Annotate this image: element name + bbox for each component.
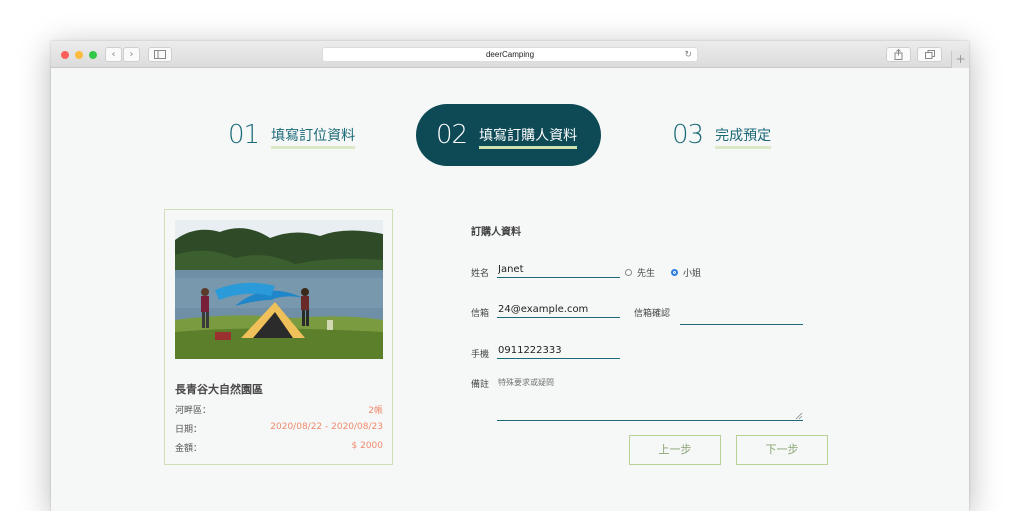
browser-titlebar: ‹ › deerCamping ↻ + xyxy=(51,41,969,68)
email-label: 信箱 xyxy=(471,309,490,319)
area-value: 2帳 xyxy=(368,406,383,416)
name-field[interactable] xyxy=(497,262,620,278)
card-row-price: 金額： $ 2000 xyxy=(175,441,383,454)
mr-label: 先生 xyxy=(637,269,656,279)
note-textarea[interactable] xyxy=(497,375,803,421)
area-label: 河畔區： xyxy=(175,406,212,416)
back-icon[interactable]: ‹ xyxy=(105,47,122,62)
form-heading: 訂購人資料 xyxy=(471,227,521,238)
resize-handle-icon[interactable] xyxy=(795,412,803,420)
close-window-button[interactable] xyxy=(61,51,69,59)
new-tab-icon[interactable]: + xyxy=(951,51,969,68)
phone-field[interactable] xyxy=(497,343,620,359)
price-label: 金額： xyxy=(175,444,203,454)
date-label: 日期： xyxy=(175,425,203,435)
step-1-label: 填寫訂位資料 xyxy=(271,125,356,149)
maximize-window-button[interactable] xyxy=(89,51,97,59)
card-row-date: 日期： 2020/08/22 - 2020/08/23 xyxy=(175,422,383,435)
step-1-number: 01 xyxy=(228,120,260,150)
gender-mr-option[interactable]: 先生 xyxy=(625,266,655,279)
ms-radio-circle[interactable] xyxy=(671,269,678,276)
step-2-active: 02 填寫訂購人資料 xyxy=(416,104,601,166)
step-3-number: 03 xyxy=(672,120,704,150)
mr-radio-circle[interactable] xyxy=(625,269,632,276)
campsite-name: 長青谷大自然園區 xyxy=(175,383,263,396)
step-2-label: 填寫訂購人資料 xyxy=(479,125,578,149)
email-field[interactable] xyxy=(497,302,620,318)
booking-summary-card: 長青谷大自然園區 河畔區： 2帳 日期： 2020/08/22 - 2020/0… xyxy=(164,209,393,465)
forward-icon[interactable]: › xyxy=(123,47,140,62)
step-1: 01 填寫訂位資料 xyxy=(228,104,356,166)
campsite-photo xyxy=(175,220,383,359)
price-value: $ 2000 xyxy=(351,441,384,451)
tabs-icon[interactable] xyxy=(917,47,942,62)
next-step-button[interactable]: 下一步 xyxy=(736,435,828,465)
url-text: deerCamping xyxy=(485,50,535,59)
email-confirm-label: 信箱確認 xyxy=(634,309,671,319)
step-3-label: 完成預定 xyxy=(715,125,772,149)
name-label: 姓名 xyxy=(471,269,490,279)
card-row-area: 河畔區： 2帳 xyxy=(175,403,383,416)
prev-step-button[interactable]: 上一步 xyxy=(629,435,721,465)
browser-window: ‹ › deerCamping ↻ + 01 填寫訂位資料 02 填寫訂購人資料… xyxy=(51,41,969,511)
address-bar[interactable]: deerCamping ↻ xyxy=(322,47,698,62)
minimize-window-button[interactable] xyxy=(75,51,83,59)
ms-label: 小姐 xyxy=(683,269,702,279)
note-label: 備註 xyxy=(471,380,490,390)
step-3: 03 完成預定 xyxy=(672,104,772,166)
share-icon[interactable] xyxy=(886,47,911,62)
date-value: 2020/08/22 - 2020/08/23 xyxy=(270,422,383,432)
gender-ms-option[interactable]: 小姐 xyxy=(671,266,701,279)
sidebar-icon[interactable] xyxy=(148,47,172,62)
reload-icon[interactable]: ↻ xyxy=(684,48,692,61)
email-confirm-field[interactable] xyxy=(680,309,803,325)
step-2-number: 02 xyxy=(436,120,468,150)
phone-label: 手機 xyxy=(471,350,490,360)
